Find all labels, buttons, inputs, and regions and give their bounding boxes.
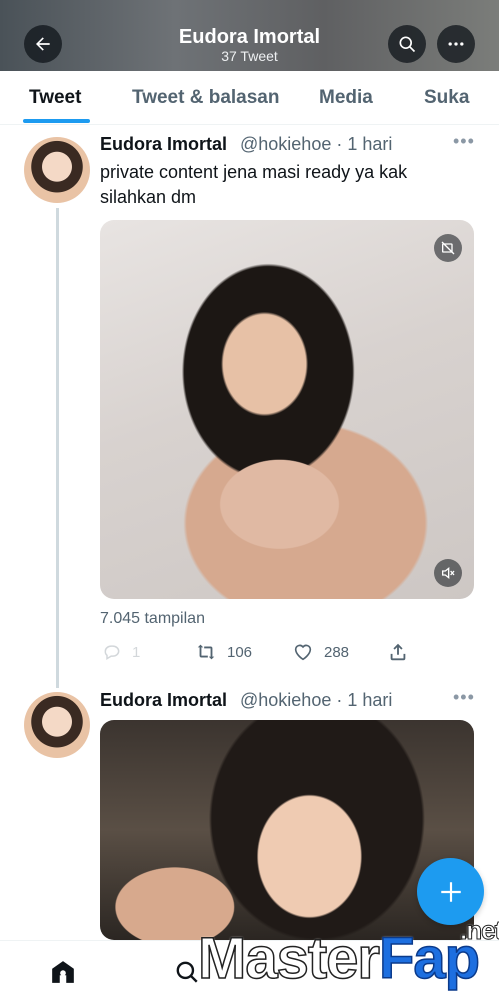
tweet-meta: @hokiehoe · 1 hari (240, 690, 392, 711)
retweet-button[interactable]: 106 (195, 640, 252, 664)
like-button[interactable]: 288 (292, 640, 349, 664)
profile-tabs: Tweet Tweet & balasan Media Suka (0, 71, 499, 125)
tab-tweet[interactable]: Tweet (29, 87, 81, 109)
share-icon (390, 643, 406, 661)
retweet-count: 106 (227, 643, 253, 661)
watermark-part1: Master (197, 925, 380, 992)
tab-media[interactable]: Media (319, 87, 373, 109)
reply-count: 1 (132, 643, 141, 661)
tweet-more-icon[interactable]: ••• (453, 687, 475, 708)
avatar[interactable] (24, 137, 90, 203)
tweet-time[interactable]: · 1 hari (336, 134, 392, 154)
thread-line (56, 208, 59, 688)
like-count: 288 (324, 643, 350, 661)
tweet-views: 7.045 tampilan (100, 610, 205, 627)
retweet-icon (197, 644, 215, 660)
tab-tweet-replies[interactable]: Tweet & balasan (132, 87, 279, 109)
more-icon (448, 42, 464, 46)
compose-plus-icon (440, 881, 461, 902)
profile-header: Eudora Imortal 37 Tweet (0, 0, 499, 71)
tweet-author-name[interactable]: Eudora Imortal (100, 690, 227, 711)
home-icon[interactable] (50, 959, 76, 985)
watermark: MasterFap .net (197, 915, 499, 992)
share-button[interactable] (387, 640, 409, 664)
crop-off-icon[interactable] (434, 234, 462, 262)
tweet-more-icon[interactable]: ••• (453, 131, 475, 152)
active-tab-indicator (23, 119, 90, 123)
more-button[interactable] (437, 25, 475, 63)
tweet-text: private content jena masi ready ya kak s… (100, 162, 408, 207)
mute-icon[interactable] (434, 559, 462, 587)
tweet-handle[interactable]: @hokiehoe (240, 690, 331, 710)
tweet-media[interactable] (100, 220, 474, 599)
heart-icon (294, 644, 312, 661)
tab-likes[interactable]: Suka (424, 87, 469, 109)
search-icon (399, 36, 416, 53)
watermark-suffix: .net (459, 915, 499, 946)
tweet-author-name[interactable]: Eudora Imortal (100, 134, 227, 155)
reply-button[interactable]: 1 (102, 640, 140, 664)
avatar[interactable] (24, 692, 90, 758)
tweet-handle[interactable]: @hokiehoe (240, 134, 331, 154)
tweet-meta: @hokiehoe · 1 hari (240, 134, 392, 155)
reply-icon (104, 645, 120, 660)
search-button[interactable] (388, 25, 426, 63)
search-icon[interactable] (174, 959, 200, 985)
tweet-media[interactable] (100, 720, 474, 940)
tweet-time[interactable]: · 1 hari (336, 690, 392, 710)
